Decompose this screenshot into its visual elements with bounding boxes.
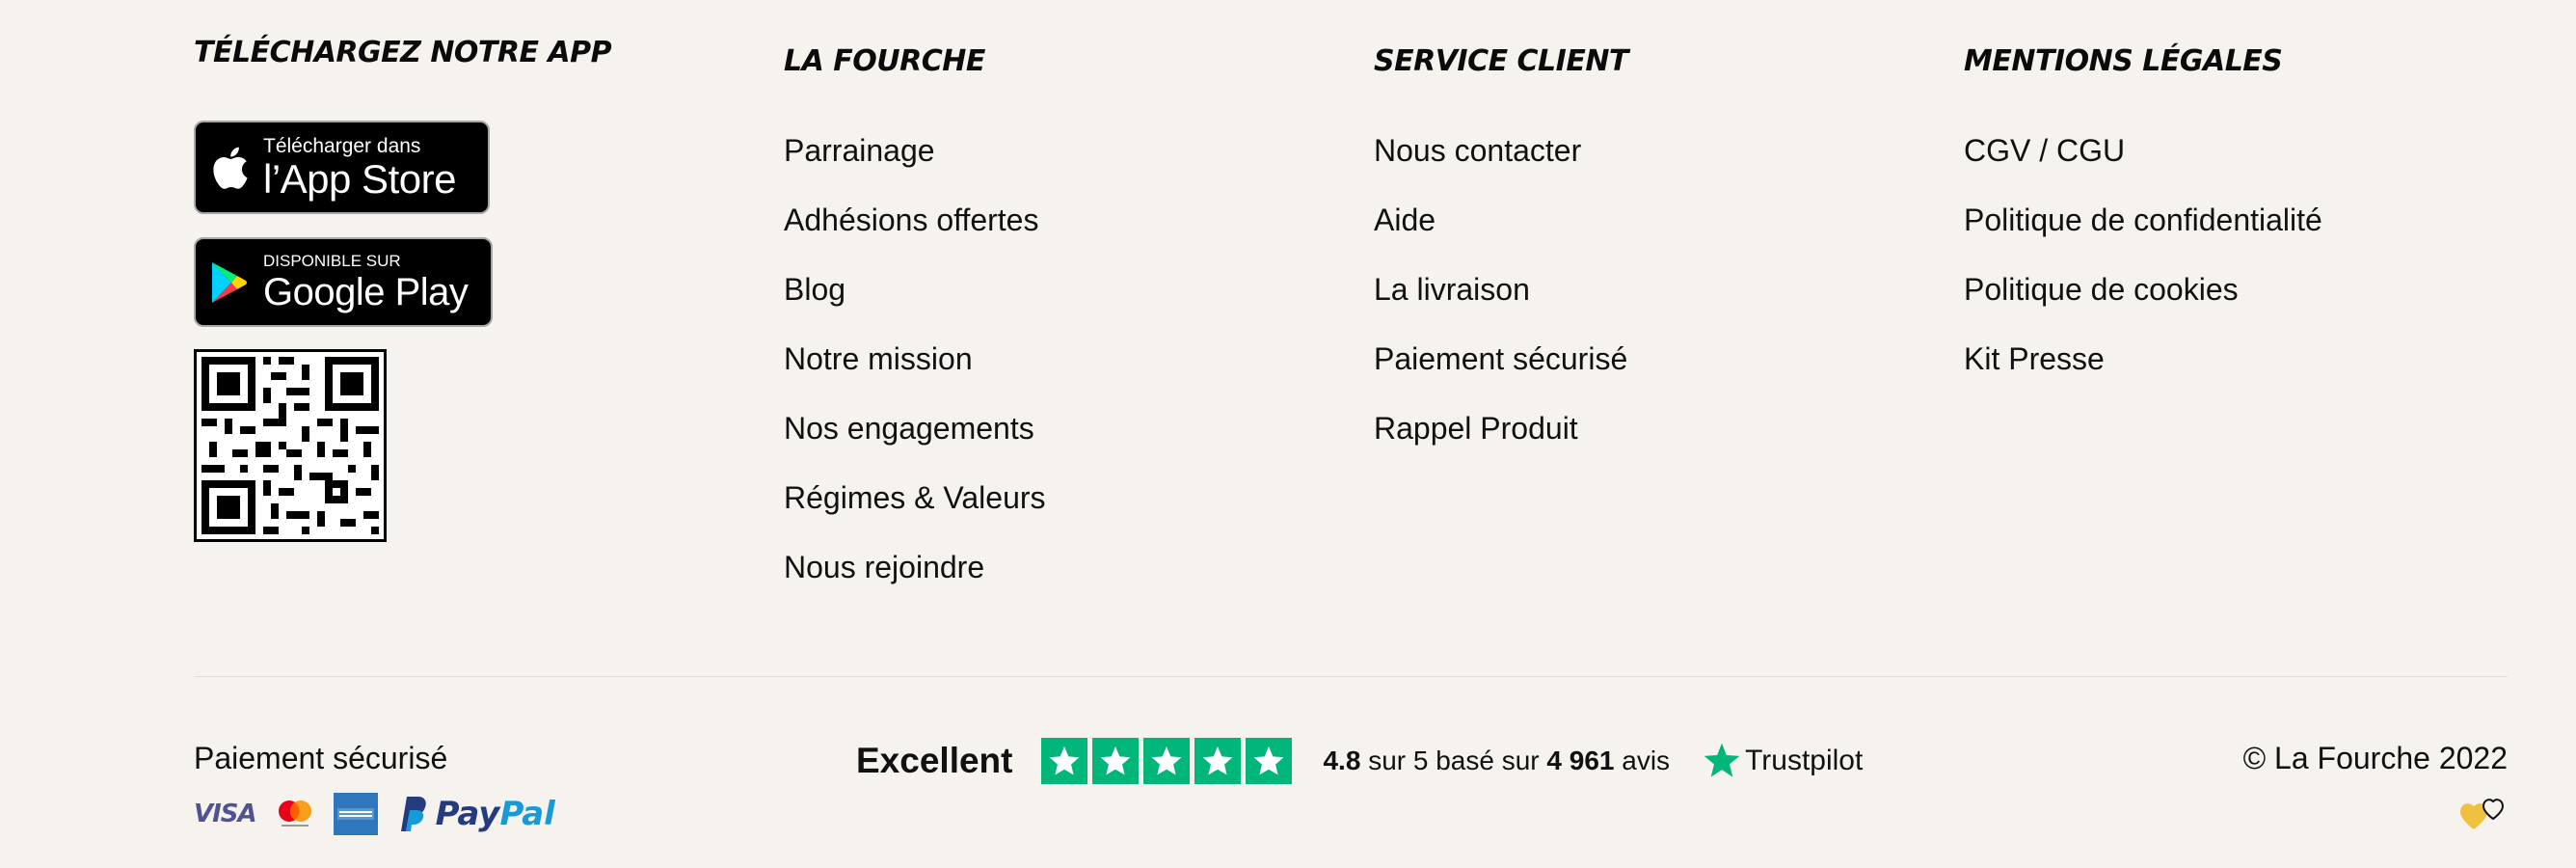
link-regimes-valeurs[interactable]: Régimes & Valeurs bbox=[784, 475, 1046, 521]
app-section-title: TÉLÉCHARGEZ NOTRE APP bbox=[194, 36, 612, 69]
service-client-title: SERVICE CLIENT bbox=[1374, 44, 1628, 78]
trustpilot-widget[interactable]: Excellent 4.8 sur 5 basé sur 4 961 avis … bbox=[856, 738, 1863, 784]
link-cgv-cgu[interactable]: CGV / CGU bbox=[1964, 127, 2125, 174]
star-icon bbox=[1041, 738, 1088, 784]
google-play-icon bbox=[196, 260, 263, 305]
star-icon bbox=[1092, 738, 1140, 784]
list-item: CGV / CGU bbox=[1964, 127, 2322, 197]
heart-icon bbox=[2460, 799, 2505, 829]
list-item: Politique de cookies bbox=[1964, 266, 2322, 336]
payment-title: Paiement sécurisé bbox=[194, 741, 448, 775]
link-notre-mission[interactable]: Notre mission bbox=[784, 336, 973, 382]
link-politique-confidentialite[interactable]: Politique de confidentialité bbox=[1964, 197, 2322, 243]
link-blog[interactable]: Blog bbox=[784, 266, 845, 312]
list-item: Parrainage bbox=[784, 127, 1046, 197]
star-icon bbox=[1143, 738, 1191, 784]
appstore-big-text: l’App Store bbox=[263, 155, 456, 202]
google-play-button[interactable]: DISPONIBLE SUR Google Play bbox=[194, 237, 493, 327]
star-icon bbox=[1194, 738, 1242, 784]
visa-icon: VISA bbox=[194, 800, 257, 828]
list-item: Aide bbox=[1374, 197, 1627, 266]
trustpilot-avis-suffix: avis bbox=[1614, 746, 1671, 775]
trustpilot-star-icon bbox=[1704, 743, 1740, 777]
trustpilot-score-mid: sur 5 basé sur bbox=[1360, 746, 1547, 775]
list-item: Blog bbox=[784, 266, 1046, 336]
paypal-icon: Pay Pal bbox=[395, 795, 555, 833]
footer-divider bbox=[194, 676, 2508, 677]
list-item: Nos engagements bbox=[784, 405, 1046, 475]
link-politique-cookies[interactable]: Politique de cookies bbox=[1964, 266, 2239, 312]
app-store-button[interactable]: Télécharger dans l’App Store bbox=[194, 121, 490, 214]
trustpilot-brand: Trustpilot bbox=[1745, 745, 1864, 776]
la-fourche-links: Parrainage Adhésions offertes Blog Notre… bbox=[784, 127, 1046, 613]
trustpilot-logo[interactable]: Trustpilot bbox=[1703, 742, 1863, 780]
link-parrainage[interactable]: Parrainage bbox=[784, 127, 935, 174]
link-rappel-produit[interactable]: Rappel Produit bbox=[1374, 405, 1578, 451]
mentions-legales-links: CGV / CGU Politique de confidentialité P… bbox=[1964, 127, 2322, 405]
trustpilot-review-count: 4 961 bbox=[1546, 746, 1615, 775]
list-item: Notre mission bbox=[784, 336, 1046, 405]
qr-code-image bbox=[194, 349, 387, 542]
list-item: La livraison bbox=[1374, 266, 1627, 336]
appstore-small-text: Télécharger dans bbox=[263, 134, 421, 157]
link-nous-contacter[interactable]: Nous contacter bbox=[1374, 127, 1581, 174]
list-item: Adhésions offertes bbox=[784, 197, 1046, 266]
googleplay-big-text: Google Play bbox=[263, 270, 469, 313]
copyright-text: © La Fourche 2022 bbox=[2242, 741, 2508, 775]
apple-icon bbox=[196, 145, 263, 191]
list-item: Rappel Produit bbox=[1374, 405, 1627, 475]
service-client-links: Nous contacter Aide La livraison Paiemen… bbox=[1374, 127, 1627, 475]
list-item: Régimes & Valeurs bbox=[784, 475, 1046, 544]
list-item: Nous rejoindre bbox=[784, 544, 1046, 613]
link-nous-rejoindre[interactable]: Nous rejoindre bbox=[784, 544, 984, 590]
trustpilot-score: 4.8 bbox=[1323, 746, 1361, 775]
paypal-text-pal: Pal bbox=[499, 795, 555, 833]
amex-icon bbox=[333, 793, 378, 835]
trustpilot-rating-word: Excellent bbox=[856, 741, 1013, 780]
paypal-text-pay: Pay bbox=[435, 795, 500, 833]
star-icon bbox=[1246, 738, 1293, 784]
trustpilot-stars bbox=[1041, 738, 1293, 784]
link-aide[interactable]: Aide bbox=[1374, 197, 1436, 243]
link-adhesions-offertes[interactable]: Adhésions offertes bbox=[784, 197, 1038, 243]
list-item: Politique de confidentialité bbox=[1964, 197, 2322, 266]
link-la-livraison[interactable]: La livraison bbox=[1374, 266, 1530, 312]
payment-methods: VISA Pay Pal bbox=[194, 793, 573, 835]
list-item: Paiement sécurisé bbox=[1374, 336, 1627, 405]
list-item: Nous contacter bbox=[1374, 127, 1627, 197]
googleplay-small-text: DISPONIBLE SUR bbox=[263, 251, 401, 270]
link-nos-engagements[interactable]: Nos engagements bbox=[784, 405, 1034, 451]
trustpilot-score-text: 4.8 sur 5 basé sur 4 961 avis bbox=[1323, 746, 1670, 776]
la-fourche-title: LA FOURCHE bbox=[784, 44, 985, 78]
mastercard-icon bbox=[278, 800, 311, 827]
mentions-legales-title: MENTIONS LÉGALES bbox=[1964, 44, 2283, 78]
link-kit-presse[interactable]: Kit Presse bbox=[1964, 336, 2105, 382]
link-paiement-securise[interactable]: Paiement sécurisé bbox=[1374, 336, 1627, 382]
list-item: Kit Presse bbox=[1964, 336, 2322, 405]
